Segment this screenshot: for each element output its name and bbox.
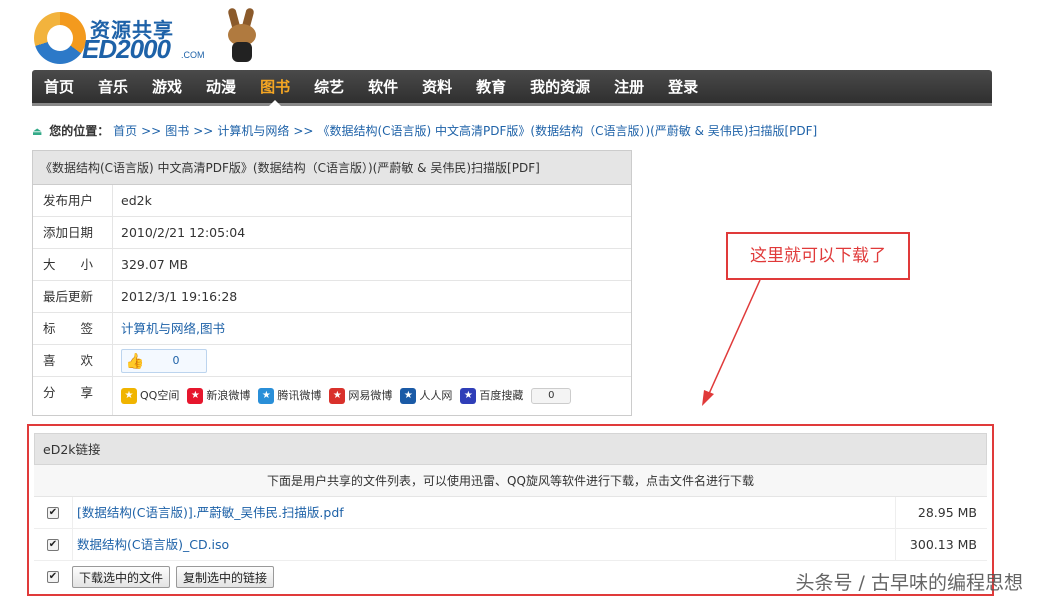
nav-item[interactable]: 登录	[656, 70, 710, 103]
file-name-link[interactable]: [数据结构(C语言版)].严蔚敏_吴伟民.扫描版.pdf	[72, 497, 895, 528]
breadcrumb-link[interactable]: 图书	[165, 124, 189, 138]
nav-item[interactable]: 软件	[356, 70, 410, 103]
file-size: 28.95 MB	[895, 497, 987, 528]
site-logo[interactable]: 资源共享 ED2000 .COM	[32, 7, 262, 68]
donkey-mascot-icon	[222, 7, 262, 64]
info-key: 最后更新	[33, 281, 113, 312]
breadcrumb-link[interactable]: 《数据结构(C语言版) 中文高清PDF版》(数据结构（C语言版）)(严蔚敏 & …	[317, 124, 817, 138]
download-selected-button[interactable]: 下载选中的文件	[72, 566, 171, 588]
nav-item[interactable]: 游戏	[140, 70, 194, 103]
share-label: 百度搜藏	[479, 389, 524, 402]
breadcrumb-separator: >>	[193, 124, 214, 138]
nav-item[interactable]: 首页	[32, 70, 86, 103]
info-row: 喜 欢 👍 0	[33, 345, 631, 377]
file-name-link[interactable]: 数据结构(C语言版)_CD.iso	[72, 529, 895, 560]
info-key: 添加日期	[33, 217, 113, 248]
select-all-checkbox[interactable]: ✔	[47, 571, 59, 583]
info-key: 分 享	[33, 377, 113, 415]
file-checkbox[interactable]: ✔	[47, 538, 59, 551]
info-row: 分 享 ★ QQ空间 ★ 新浪微博 ★ 腾讯微博 ★ 网易微博 ★ 人人网 ★ 百度搜藏 0	[33, 377, 631, 415]
share-label: 腾讯微博	[277, 389, 322, 402]
share-link[interactable]: ★ 人人网	[400, 380, 452, 412]
file-checkbox[interactable]: ✔	[47, 506, 59, 519]
share-link[interactable]: ★ 百度搜藏	[460, 380, 523, 412]
info-value: 329.07 MB	[121, 256, 189, 272]
netease-weibo-icon: ★	[329, 388, 346, 404]
info-value: ed2k	[121, 192, 152, 208]
nav-item[interactable]: 动漫	[194, 70, 248, 103]
nav-list: 首页 音乐 游戏 动漫 图书 综艺 软件 资料 教育 我的资源 注册 登录	[32, 70, 992, 106]
weibo-icon: ★	[187, 388, 204, 404]
logo-domain-text: .COM	[181, 50, 205, 60]
info-key: 大 小	[33, 249, 113, 280]
nav-item[interactable]: 音乐	[86, 70, 140, 103]
file-row: ✔ 数据结构(C语言版)_CD.iso 300.13 MB	[34, 529, 987, 561]
thumbs-up-icon: 👍	[125, 351, 145, 370]
baidu-icon: ★	[460, 388, 477, 404]
share-label: 网易微博	[348, 389, 393, 402]
tags-value: 计算机与网络,图书	[113, 313, 631, 344]
breadcrumb-label: 您的位置：	[49, 124, 110, 138]
breadcrumb: ⏏ 您的位置： 首页 >> 图书 >> 计算机与网络 >> 《数据结构(C语言版) 中文高清…	[32, 122, 817, 139]
ed2k-title: eD2k链接	[34, 433, 987, 465]
breadcrumb-link[interactable]: 计算机与网络	[217, 124, 289, 138]
info-key: 发布用户	[33, 185, 113, 216]
annotation-arrow-icon	[702, 279, 761, 406]
nav-item[interactable]: 我的资源	[518, 70, 602, 103]
info-row: 最后更新 2012/3/1 19:16:28	[33, 281, 631, 313]
share-link[interactable]: ★ 网易微博	[329, 380, 392, 412]
info-value: 2010/2/21 12:05:04	[121, 224, 246, 240]
like-value: 👍 0	[113, 345, 631, 376]
share-link[interactable]: ★ QQ空间	[121, 380, 179, 412]
share-label: 人人网	[419, 389, 453, 402]
info-row: 大 小 329.07 MB	[33, 249, 631, 281]
watermark: 头条号 / 古早味的编程思想	[795, 572, 1023, 594]
share-count: 0	[531, 388, 572, 404]
annotation-callout: 这里就可以下载了	[726, 232, 910, 280]
nav-item[interactable]: 资料	[410, 70, 464, 103]
resource-info-table: 《数据结构(C语言版) 中文高清PDF版》(数据结构（C语言版）)(严蔚敏 & …	[32, 150, 632, 416]
info-row: 标 签计算机与网络,图书	[33, 313, 631, 345]
nav-item[interactable]: 综艺	[302, 70, 356, 103]
nav-item[interactable]: 图书	[248, 70, 302, 106]
main-nav: 首页 音乐 游戏 动漫 图书 综艺 软件 资料 教育 我的资源 注册 登录	[32, 70, 992, 106]
share-link[interactable]: ★ 新浪微博	[187, 380, 250, 412]
logo-en-text: ED2000	[82, 34, 171, 64]
file-size: 300.13 MB	[895, 529, 987, 560]
share-label: QQ空间	[140, 389, 180, 402]
info-row: 添加日期 2010/2/21 12:05:04	[33, 217, 631, 249]
info-key: 标 签	[33, 313, 113, 344]
breadcrumb-separator: >>	[141, 124, 162, 138]
tencent-weibo-icon: ★	[258, 388, 275, 404]
file-row: ✔ [数据结构(C语言版)].严蔚敏_吴伟民.扫描版.pdf 28.95 MB	[34, 497, 987, 529]
info-row: 发布用户 ed2k	[33, 185, 631, 217]
share-link[interactable]: ★ 腾讯微博	[258, 380, 321, 412]
share-list: ★ QQ空间 ★ 新浪微博 ★ 腾讯微博 ★ 网易微博 ★ 人人网 ★ 百度搜藏 0	[121, 380, 572, 412]
ed2k-description: 下面是用户共享的文件列表，可以使用迅雷、QQ旋风等软件进行下载，点击文件名进行下…	[34, 465, 987, 497]
nav-item[interactable]: 教育	[464, 70, 518, 103]
like-count: 0	[172, 353, 180, 367]
share-value: ★ QQ空间 ★ 新浪微博 ★ 腾讯微博 ★ 网易微博 ★ 人人网 ★ 百度搜藏 0	[113, 377, 631, 415]
info-key: 喜 欢	[33, 345, 113, 376]
copy-selected-links-button[interactable]: 复制选中的链接	[176, 566, 275, 588]
location-icon: ⏏	[32, 125, 43, 138]
nav-item[interactable]: 注册	[602, 70, 656, 103]
like-button[interactable]: 👍 0	[121, 348, 207, 373]
tags-link[interactable]: 计算机与网络,图书	[121, 313, 225, 345]
info-value: 2012/3/1 19:16:28	[121, 288, 238, 304]
logo-ring-icon	[34, 12, 86, 64]
breadcrumb-separator: >>	[293, 124, 314, 138]
resource-title: 《数据结构(C语言版) 中文高清PDF版》(数据结构（C语言版）)(严蔚敏 & …	[33, 151, 631, 185]
breadcrumb-link[interactable]: 首页	[113, 124, 137, 138]
renren-icon: ★	[400, 388, 417, 404]
qzone-icon: ★	[121, 388, 137, 404]
share-label: 新浪微博	[206, 389, 251, 402]
